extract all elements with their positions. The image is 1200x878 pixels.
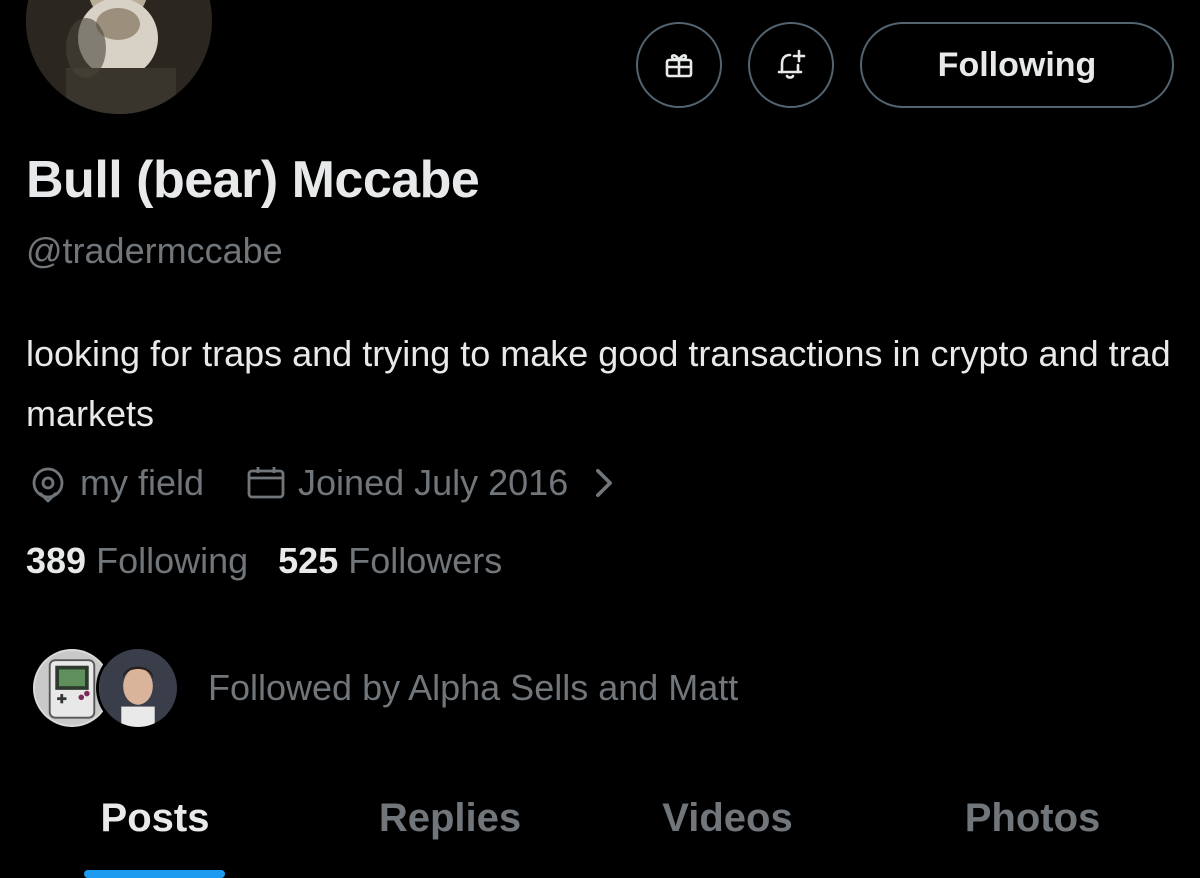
profile-bio: looking for traps and trying to make goo… <box>26 333 1171 434</box>
location-pin-icon <box>32 467 64 503</box>
active-tab-indicator <box>84 870 225 878</box>
followers-count: 525 <box>278 540 339 581</box>
profile-avatar[interactable] <box>26 0 212 114</box>
profile-joined[interactable]: Joined July 2016 <box>244 461 636 505</box>
bell-plus-icon <box>777 49 806 79</box>
location-text: my field <box>80 462 205 503</box>
gift-icon <box>665 54 693 78</box>
joined-text: Joined July 2016 <box>298 462 569 503</box>
calendar-icon <box>247 467 285 499</box>
profile-handle: @tradermccabe <box>26 230 283 271</box>
tab-videos[interactable]: Videos <box>590 780 865 856</box>
chevron-right-icon <box>596 468 613 498</box>
followed-by-text: Followed by Alpha Sells and Matt <box>208 667 739 708</box>
profile-display-name: Bull (bear) Mccabe <box>26 151 480 209</box>
following-count-link[interactable]: 389 Following <box>26 540 248 582</box>
following-button[interactable]: Following <box>860 22 1174 108</box>
notifications-button[interactable] <box>748 22 834 108</box>
followers-count-link[interactable]: 525 Followers <box>278 540 502 582</box>
followers-count-label: Followers <box>348 540 503 581</box>
tab-posts[interactable]: Posts <box>0 780 310 856</box>
matt-avatar-image <box>99 649 177 727</box>
followed-by[interactable]: Followed by Alpha Sells and Matt <box>30 642 738 734</box>
following-count-label: Following <box>96 540 249 581</box>
profile-meta: my field Joined July 2016 <box>26 458 636 508</box>
gift-button[interactable] <box>636 22 722 108</box>
profile-tabs: Posts Replies Videos Photos <box>0 780 1200 878</box>
profile-photo-image <box>26 0 212 114</box>
tab-replies[interactable]: Replies <box>310 780 590 856</box>
follower-avatar-matt <box>96 646 180 730</box>
tab-photos[interactable]: Photos <box>865 780 1200 856</box>
profile-location: my field <box>26 461 204 505</box>
follow-counts: 389 Following 525 Followers <box>26 540 532 582</box>
following-count: 389 <box>26 540 87 581</box>
